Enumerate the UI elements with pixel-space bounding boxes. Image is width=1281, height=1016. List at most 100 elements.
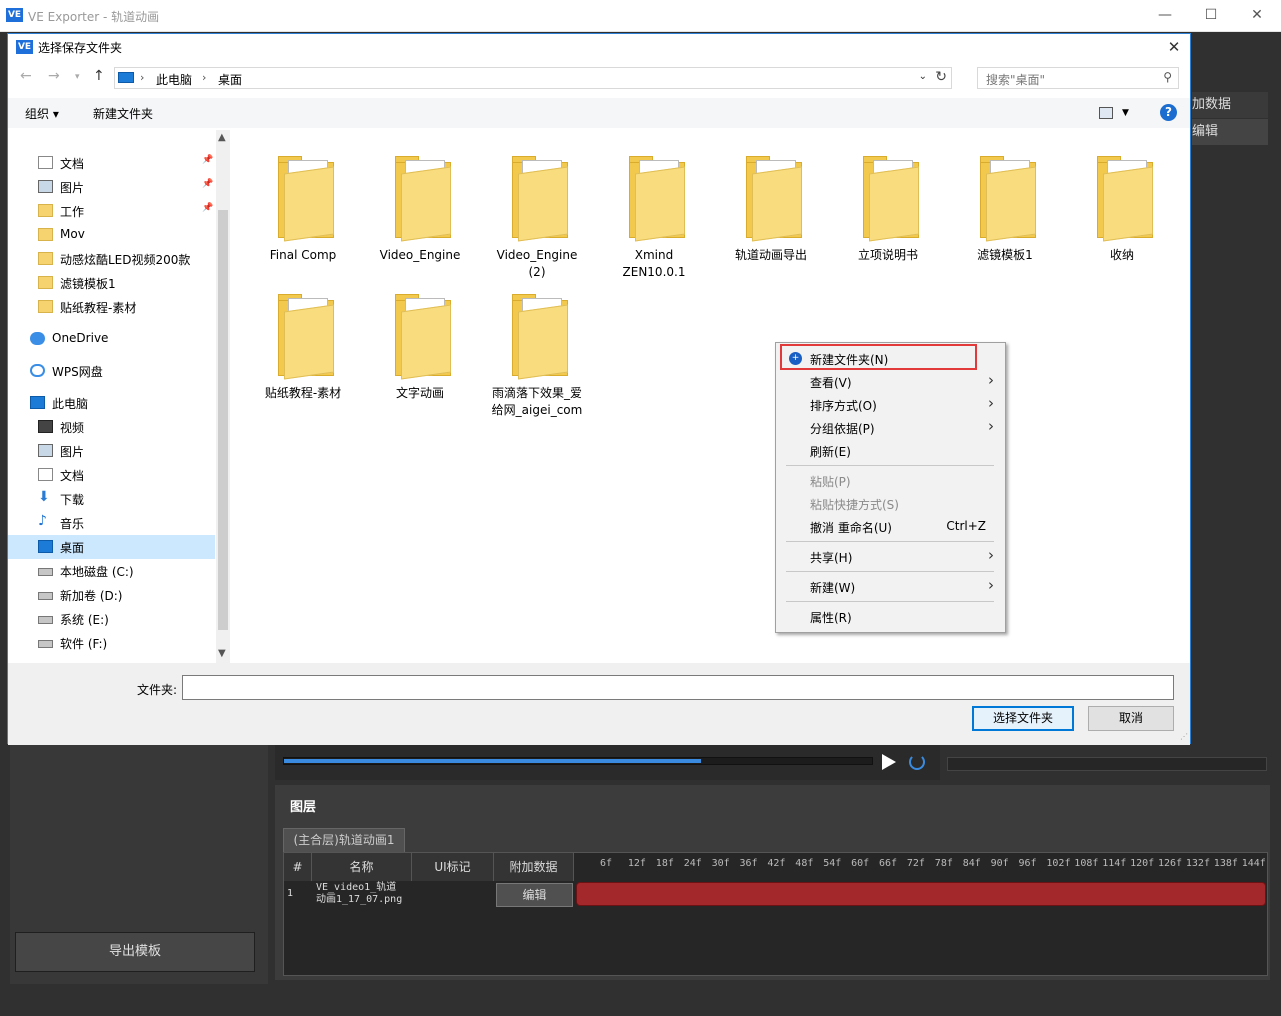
context-menu-item[interactable]: + 新建文件夹(N): [780, 344, 977, 370]
sidebar-item[interactable]: 动感炫酷LED视频200款: [8, 247, 215, 271]
play-icon[interactable]: [882, 754, 896, 770]
address-dropdown-icon[interactable]: ⌄: [919, 71, 927, 82]
sidebar-item[interactable]: 文档: [8, 463, 215, 487]
help-icon[interactable]: ?: [1160, 104, 1177, 121]
submenu-arrow-icon: ›: [988, 394, 994, 412]
folder-input[interactable]: [182, 675, 1174, 700]
search-icon[interactable]: ⚲: [1163, 70, 1172, 84]
folder-item[interactable]: 轨道动画导出: [716, 144, 826, 274]
sidebar-item[interactable]: WPS网盘: [8, 359, 215, 383]
scroll-up-icon[interactable]: ▲: [218, 132, 226, 143]
sidebar-item[interactable]: 桌面: [8, 535, 215, 559]
cancel-button[interactable]: 取消: [1088, 706, 1174, 731]
timeline-tick: 6f: [600, 858, 613, 869]
folder-item[interactable]: Video_Engine (2): [482, 144, 592, 279]
layer-row-index: 1: [287, 888, 294, 899]
sidebar-item[interactable]: 滤镜模板1: [8, 271, 215, 295]
timeline-tick: 108f: [1074, 858, 1099, 869]
folder-item[interactable]: 滤镜模板1: [950, 144, 1060, 274]
right-panel-scrollbar[interactable]: [947, 757, 1267, 771]
address-bar[interactable]: › 此电脑 › 桌面 ⌄ ↻: [114, 67, 952, 89]
scroll-down-icon[interactable]: ▼: [218, 648, 226, 659]
new-folder-toolbar-button[interactable]: 新建文件夹: [93, 105, 153, 122]
up-arrow-icon[interactable]: ↑: [93, 68, 105, 84]
folder-item[interactable]: 文字动画: [365, 282, 475, 412]
search-box[interactable]: 搜索"桌面" ⚲: [977, 67, 1179, 89]
sidebar-item[interactable]: 工作 📌: [8, 199, 215, 223]
tab-main-composition[interactable]: (主合层)轨道动画1: [283, 828, 405, 852]
sidebar-item[interactable]: 图片: [8, 439, 215, 463]
sidebar-item[interactable]: ⬇ 下载: [8, 487, 215, 511]
breadcrumb-this-pc[interactable]: 此电脑: [156, 71, 192, 88]
sidebar-item[interactable]: 视频: [8, 415, 215, 439]
sidebar-item[interactable]: Mov: [8, 223, 215, 247]
resize-grip-icon[interactable]: ⋰: [1180, 732, 1190, 742]
timeline-track-bar[interactable]: [576, 882, 1266, 906]
playback-progress-track[interactable]: [283, 757, 873, 765]
sidebar-item[interactable]: 系统 (E:): [8, 607, 215, 631]
view-options-icon[interactable]: [1099, 107, 1113, 119]
layer-panel-title: 图层: [290, 800, 317, 815]
folder-item[interactable]: 立项说明书: [833, 144, 943, 274]
layer-edit-button[interactable]: 编辑: [496, 883, 573, 907]
breadcrumb-separator-icon[interactable]: ›: [140, 71, 144, 84]
context-menu-item-label: 粘贴(P): [810, 475, 851, 489]
context-menu-item[interactable]: 共享(H) ›: [777, 545, 1004, 567]
back-arrow-icon[interactable]: ←: [20, 68, 32, 84]
select-folder-button[interactable]: 选择文件夹: [972, 706, 1074, 731]
folder-item[interactable]: Video_Engine: [365, 144, 475, 274]
refresh-icon[interactable]: [909, 754, 925, 770]
breadcrumb-desktop[interactable]: 桌面: [218, 71, 242, 88]
picture-icon: [38, 444, 53, 457]
context-menu-item[interactable]: 撤消 重命名(U) Ctrl+Z: [777, 515, 1004, 537]
folder-icon: [1097, 156, 1153, 242]
navigation-pane: 文档 📌 图片 📌 工作 📌 Mov 动感炫酷LED视频200款 滤镜模板1 贴纸教程-素材 One…: [8, 130, 230, 682]
folder-item[interactable]: Final Comp: [248, 144, 358, 274]
app-close-button[interactable]: ✕: [1234, 0, 1280, 30]
folder-item[interactable]: 收纳: [1067, 144, 1177, 274]
timeline-tick: 96f: [1018, 858, 1037, 869]
sidebar-item[interactable]: 本地磁盘 (C:): [8, 559, 215, 583]
drive-icon: [38, 616, 53, 624]
dialog-titlebar: VE 选择保存文件夹 ✕: [8, 34, 1190, 60]
context-menu-item[interactable]: 查看(V) ›: [777, 370, 1004, 392]
folder-item[interactable]: 贴纸教程-素材: [248, 282, 358, 412]
context-menu-item[interactable]: 排序方式(O) ›: [777, 393, 1004, 415]
folder-icon: [278, 294, 334, 380]
minimize-button[interactable]: —: [1142, 0, 1188, 30]
recent-dropdown-icon[interactable]: ▾: [75, 72, 80, 82]
sidebar-item[interactable]: 图片 📌: [8, 175, 215, 199]
organize-menu[interactable]: 组织 ▾: [25, 105, 59, 122]
submenu-arrow-icon: ›: [988, 417, 994, 435]
sidebar-item-label: 桌面: [60, 541, 85, 555]
context-menu-item[interactable]: 属性(R): [777, 605, 1004, 627]
context-menu-item[interactable]: 分组依据(P) ›: [777, 416, 1004, 438]
export-template-button[interactable]: 导出模板: [15, 932, 255, 972]
folder-icon: [38, 204, 53, 217]
refresh-address-icon[interactable]: ↻: [935, 69, 947, 85]
folder-icon: [38, 252, 53, 265]
context-menu-item-label: 新建(W): [810, 581, 856, 595]
timeline-tick: 36f: [739, 858, 758, 869]
sidebar-item[interactable]: OneDrive: [8, 327, 215, 351]
context-menu-item[interactable]: 刷新(E): [777, 439, 1004, 461]
folder-item[interactable]: 雨滴落下效果_爱 给网_aigei_com: [482, 282, 592, 417]
scroll-thumb[interactable]: [218, 210, 228, 630]
sidebar-item[interactable]: 软件 (F:): [8, 631, 215, 655]
forward-arrow-icon[interactable]: →: [48, 68, 60, 84]
folder-item[interactable]: Xmind ZEN10.0.1: [599, 144, 709, 279]
navigation-pane-scrollbar[interactable]: ▲ ▼: [216, 130, 230, 663]
maximize-button[interactable]: ☐: [1188, 0, 1234, 30]
context-menu-item-label: 粘贴快捷方式(S): [810, 498, 899, 512]
submenu-arrow-icon: ›: [988, 546, 994, 564]
breadcrumb-separator-icon[interactable]: ›: [202, 71, 206, 84]
context-menu-item[interactable]: 新建(W) ›: [777, 575, 1004, 597]
sidebar-item[interactable]: ♪ 音乐: [8, 511, 215, 535]
context-menu-item-label: 共享(H): [810, 551, 853, 565]
dialog-close-button[interactable]: ✕: [1162, 36, 1186, 58]
view-dropdown-icon[interactable]: ▼: [1122, 108, 1129, 118]
sidebar-item[interactable]: 新加卷 (D:): [8, 583, 215, 607]
sidebar-item[interactable]: 贴纸教程-素材: [8, 295, 215, 319]
sidebar-item[interactable]: 文档 📌: [8, 151, 215, 175]
sidebar-item[interactable]: 此电脑: [8, 391, 215, 415]
